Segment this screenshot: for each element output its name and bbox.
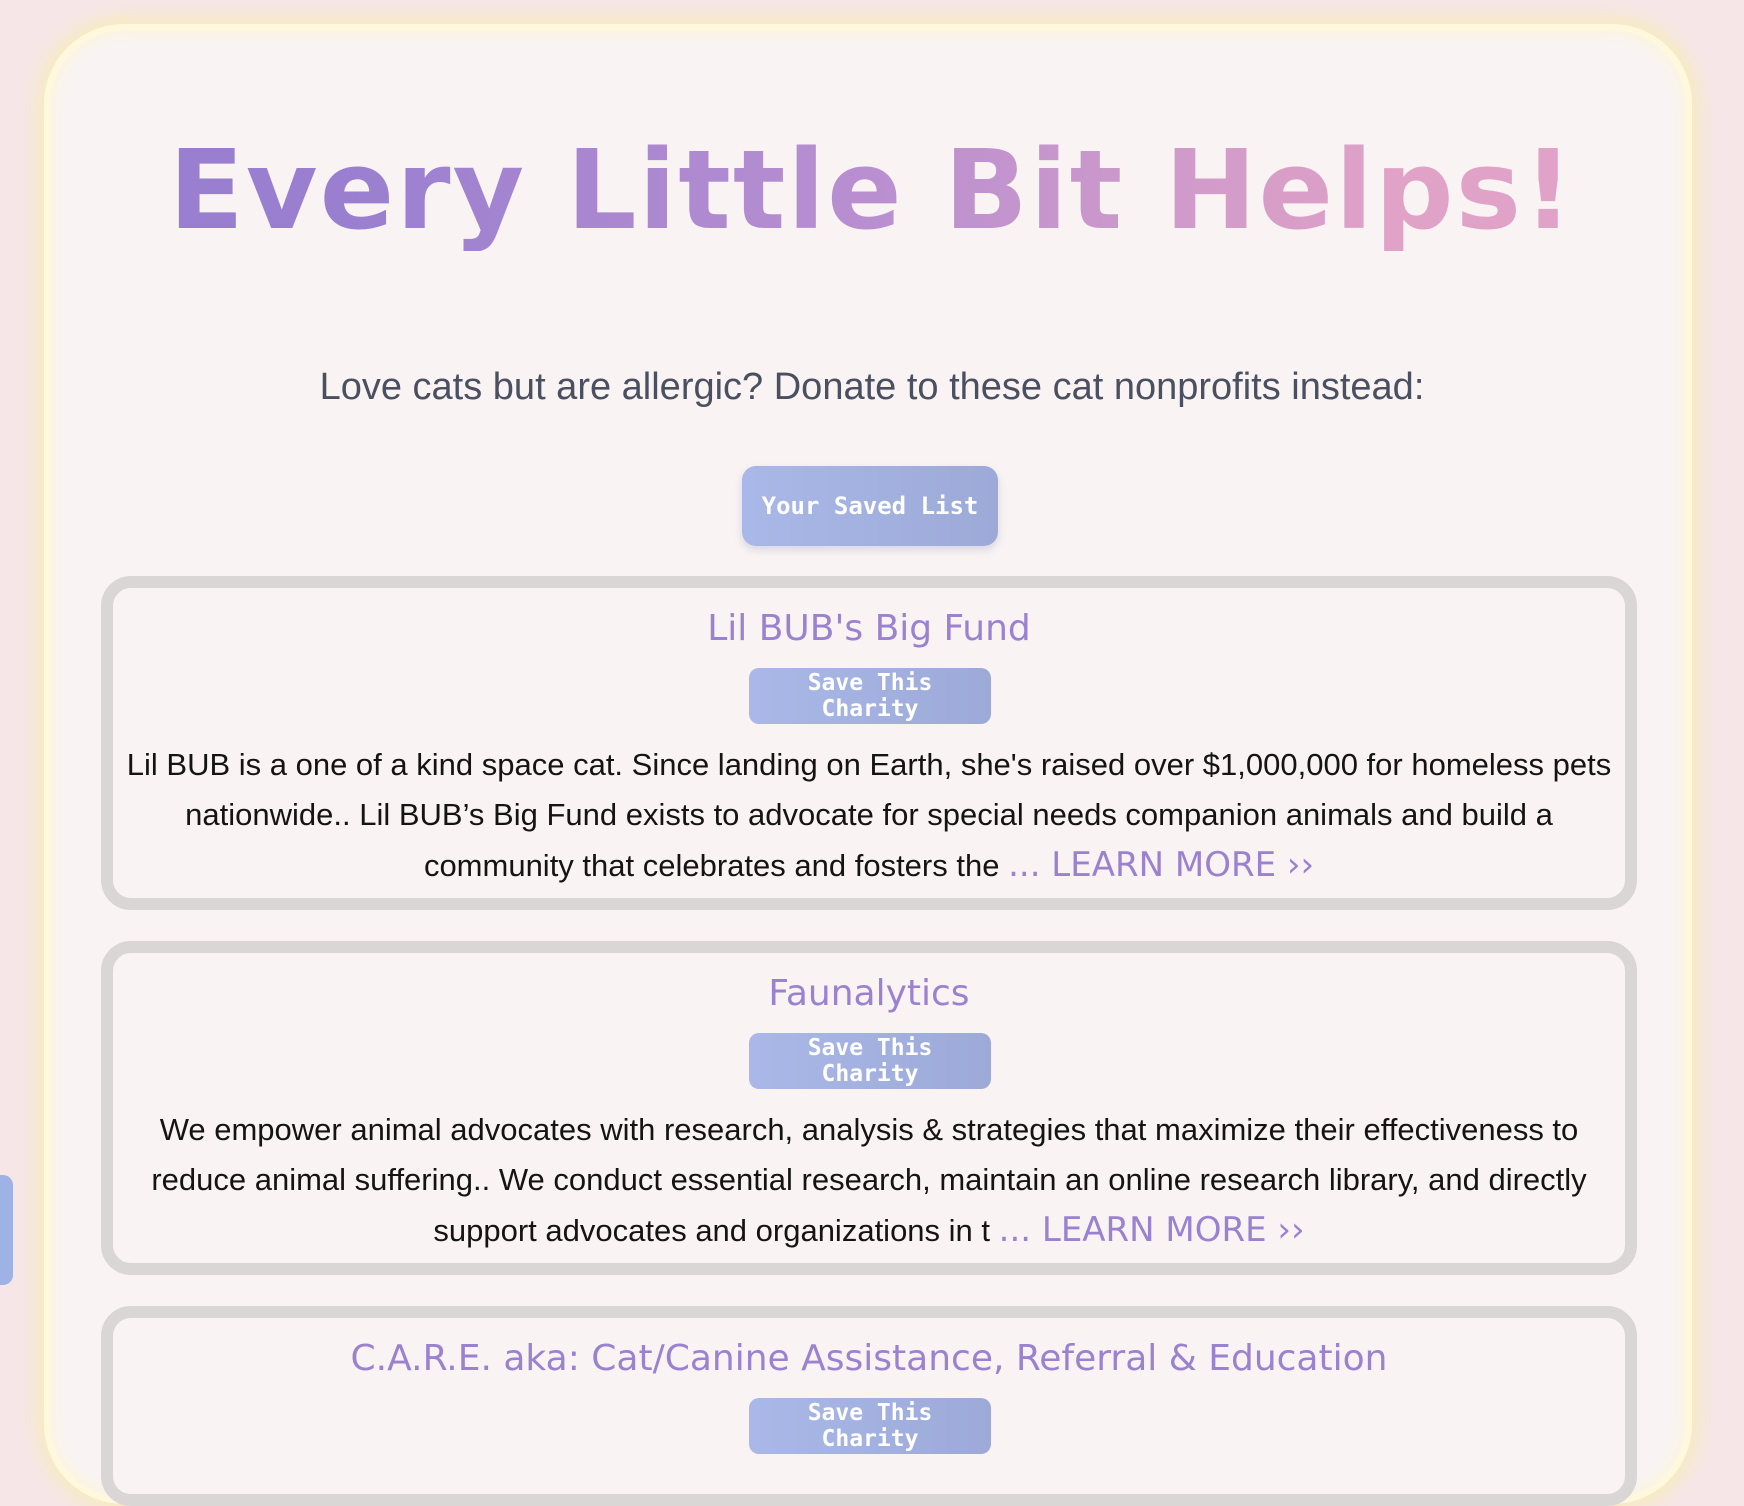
page-subtitle: Love cats but are allergic? Donate to th… [319, 366, 1425, 408]
saved-list-button[interactable]: Your Saved List [742, 466, 998, 546]
side-drawer-tab[interactable] [0, 1175, 13, 1285]
save-charity-button[interactable]: Save This Charity [749, 668, 991, 724]
save-charity-button[interactable]: Save This Charity [749, 1398, 991, 1454]
charity-name: C.A.R.E. aka: Cat/Canine Assistance, Ref… [350, 1338, 1388, 1379]
page-title: Every Little Bit Helps! [0, 130, 1744, 251]
charity-description: We empower animal advocates with researc… [125, 1105, 1613, 1256]
save-charity-button[interactable]: Save This Charity [749, 1033, 991, 1089]
charity-description-text: Lil BUB is a one of a kind space cat. Si… [126, 747, 1612, 883]
learn-more-link[interactable]: ... LEARN MORE ›› [1008, 845, 1314, 885]
charity-description-text: We empower animal advocates with researc… [151, 1112, 1587, 1248]
charity-card: C.A.R.E. aka: Cat/Canine Assistance, Ref… [101, 1306, 1637, 1506]
charity-card: Faunalytics Save This Charity We empower… [101, 941, 1637, 1275]
charity-description: Lil BUB is a one of a kind space cat. Si… [125, 740, 1613, 891]
charity-name: Lil BUB's Big Fund [707, 608, 1031, 649]
charity-name: Faunalytics [768, 973, 970, 1014]
learn-more-link[interactable]: ... LEARN MORE ›› [999, 1210, 1305, 1250]
charity-card: Lil BUB's Big Fund Save This Charity Lil… [101, 576, 1637, 910]
